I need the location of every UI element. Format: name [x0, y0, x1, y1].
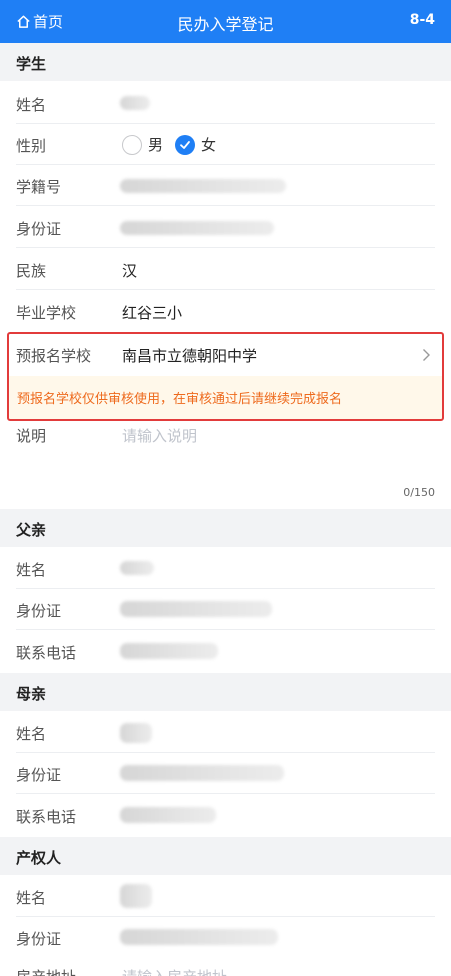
- redacted-value: [120, 561, 154, 575]
- description-input[interactable]: 请输入说明: [122, 425, 197, 446]
- redacted-value: [120, 884, 152, 908]
- description-row[interactable]: 说明 请输入说明: [0, 414, 451, 455]
- redacted-value: [120, 723, 152, 743]
- owner-name-row[interactable]: 姓名: [0, 876, 451, 917]
- field-label: 身份证: [16, 220, 62, 238]
- gender-radio-male[interactable]: 男: [122, 134, 163, 155]
- redacted-value: [120, 221, 274, 235]
- field-label: 身份证: [16, 602, 62, 620]
- section-title: 学生: [16, 55, 47, 73]
- char-counter: 0/150: [403, 486, 435, 499]
- version-code: 8-4: [409, 12, 435, 28]
- radio-label: 女: [201, 136, 217, 154]
- redacted-value: [120, 601, 272, 617]
- field-label: 姓名: [16, 96, 47, 114]
- owner-id-card-row[interactable]: 身份证: [0, 917, 451, 958]
- father-id-card-row[interactable]: 身份证: [0, 589, 451, 630]
- section-header-mother: 母亲: [0, 673, 451, 711]
- student-grad-school-row[interactable]: 毕业学校 红谷三小: [0, 291, 451, 332]
- section-header-father: 父亲: [0, 509, 451, 547]
- field-label: 姓名: [16, 725, 47, 743]
- radio-checked-icon: [175, 134, 195, 155]
- address-input[interactable]: 请输入房产地址: [122, 966, 227, 976]
- field-label: 房产地址: [16, 966, 76, 976]
- highlight-box: [7, 332, 444, 421]
- field-label: 毕业学校: [16, 304, 77, 322]
- redacted-value: [120, 96, 150, 110]
- mother-phone-row[interactable]: 联系电话: [0, 795, 451, 836]
- field-label: 学籍号: [16, 178, 62, 196]
- field-label: 姓名: [16, 889, 47, 907]
- field-value: 汉: [122, 262, 138, 280]
- radio-unchecked-icon: [122, 134, 142, 155]
- mother-name-row[interactable]: 姓名: [0, 712, 451, 753]
- field-label: 说明: [16, 427, 47, 445]
- father-phone-row[interactable]: 联系电话: [0, 631, 451, 672]
- field-label: 性别: [16, 137, 47, 155]
- redacted-value: [120, 807, 216, 823]
- student-id-row[interactable]: 学籍号: [0, 165, 451, 206]
- redacted-value: [120, 179, 286, 193]
- page-title: 民办入学登记: [177, 15, 274, 34]
- father-name-row[interactable]: 姓名: [0, 548, 451, 589]
- field-label: 身份证: [16, 930, 62, 948]
- gender-radio-female[interactable]: 女: [175, 134, 216, 155]
- redacted-value: [120, 765, 284, 781]
- field-label: 姓名: [16, 561, 47, 579]
- redacted-value: [120, 929, 278, 945]
- student-id-card-row[interactable]: 身份证: [0, 207, 451, 248]
- section-title: 母亲: [16, 685, 47, 703]
- section-title: 父亲: [16, 521, 47, 539]
- field-label: 民族: [16, 262, 47, 280]
- field-label: 联系电话: [16, 808, 77, 826]
- section-title: 产权人: [16, 849, 62, 867]
- student-ethnicity-row[interactable]: 民族 汉: [0, 249, 451, 290]
- student-name-row[interactable]: 姓名: [0, 83, 451, 124]
- redacted-value: [120, 643, 218, 659]
- radio-label: 男: [148, 136, 164, 154]
- mother-id-card-row[interactable]: 身份证: [0, 753, 451, 794]
- student-gender-row: 性别 男 女: [0, 124, 451, 165]
- section-header-owner: 产权人: [0, 837, 451, 875]
- section-header-student: 学生: [0, 43, 451, 81]
- field-value: 红谷三小: [122, 304, 183, 322]
- owner-address-row[interactable]: 房产地址 请输入房产地址: [0, 958, 451, 976]
- top-nav-bar: 首页 民办入学登记 8-4: [0, 0, 451, 43]
- field-label: 身份证: [16, 766, 62, 784]
- field-label: 联系电话: [16, 644, 77, 662]
